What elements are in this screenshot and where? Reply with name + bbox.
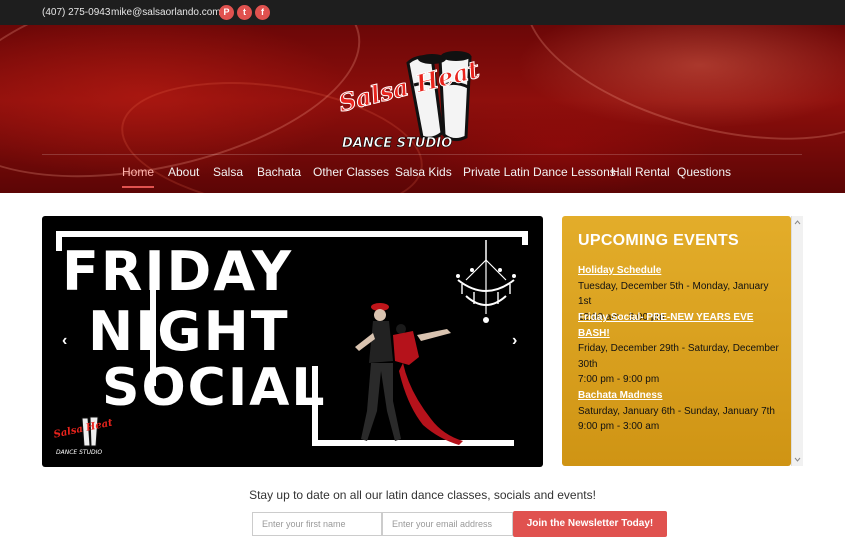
nav-hall-rental[interactable]: Hall Rental [611, 165, 670, 185]
facebook-icon[interactable]: f [255, 5, 270, 20]
email-input[interactable]: Enter your email address [382, 512, 513, 536]
event-time: 7:00 pm - 9:00 pm [578, 374, 660, 385]
slide-title-night: NIGHT [88, 300, 290, 363]
scroll-arrows-icon [794, 220, 801, 462]
top-bar: (407) 275-0943 mike@salsaorlando.com P t… [0, 0, 845, 25]
nav-home[interactable]: Home [122, 165, 155, 188]
slide-logo: Salsa Heat DANCE STUDIO [53, 416, 112, 456]
event-dates: Friday, December 29th - Saturday, Decemb… [578, 343, 779, 370]
upcoming-events-panel: UPCOMING EVENTS Holiday Schedule Tuesday… [562, 216, 791, 466]
events-title: UPCOMING EVENTS [578, 232, 739, 249]
slide-frame-right [522, 231, 528, 245]
join-newsletter-button[interactable]: Join the Newsletter Today! [513, 511, 667, 537]
logo-subtitle: DANCE STUDIO [342, 136, 452, 151]
hero-divider [42, 154, 802, 155]
slide-logo-subtitle: DANCE STUDIO [56, 449, 102, 456]
image-slider[interactable]: FRIDAY NIGHT SOCIAL ‹ › Salsa Heat DANCE… [42, 216, 543, 467]
nav-salsa[interactable]: Salsa [213, 165, 243, 185]
slide-title-friday: FRIDAY [62, 240, 294, 303]
first-name-input[interactable]: Enter your first name [252, 512, 382, 536]
slider-next-arrow[interactable]: › [512, 332, 517, 350]
nav-private-lessons[interactable]: Private Latin Dance Lessons [463, 165, 616, 185]
slide-frame-top [56, 231, 528, 237]
nav-questions[interactable]: Questions [677, 165, 731, 185]
nav-salsa-kids[interactable]: Salsa Kids [395, 165, 452, 185]
events-scrollbar[interactable] [791, 216, 803, 466]
event-item: Bachata Madness Saturday, January 6th - … [578, 388, 783, 435]
event-time: 9:00 pm - 3:00 am [578, 421, 660, 432]
event-link[interactable]: Holiday Schedule [578, 265, 661, 276]
email-link[interactable]: mike@salsaorlando.com [111, 7, 221, 18]
salsa-heat-logo[interactable]: Salsa Heat DANCE STUDIO [336, 45, 506, 155]
phone-number[interactable]: (407) 275-0943 [42, 7, 110, 18]
event-item: Friday Social- PRE-NEW YEARS EVE BASH! F… [578, 310, 783, 388]
dancers-silhouette-icon [355, 303, 463, 445]
event-dates: Tuesday, December 5th - Monday, January … [578, 280, 769, 308]
twitter-icon[interactable]: t [237, 5, 252, 20]
hero-header: Salsa Heat DANCE STUDIO Home About Salsa… [0, 25, 845, 193]
newsletter-text: Stay up to date on all our latin dance c… [249, 488, 596, 502]
slide-title-social: SOCIAL [102, 358, 327, 418]
pinterest-icon[interactable]: P [219, 5, 234, 20]
event-link[interactable]: Bachata Madness [578, 390, 662, 401]
event-link[interactable]: Friday Social- PRE-NEW YEARS EVE BASH! [578, 312, 753, 339]
nav-other-classes[interactable]: Other Classes [313, 165, 389, 185]
nav-bachata[interactable]: Bachata [257, 165, 301, 185]
slider-prev-arrow[interactable]: ‹ [62, 332, 67, 350]
nav-about[interactable]: About [168, 165, 199, 185]
event-dates: Saturday, January 6th - Sunday, January … [578, 405, 775, 417]
